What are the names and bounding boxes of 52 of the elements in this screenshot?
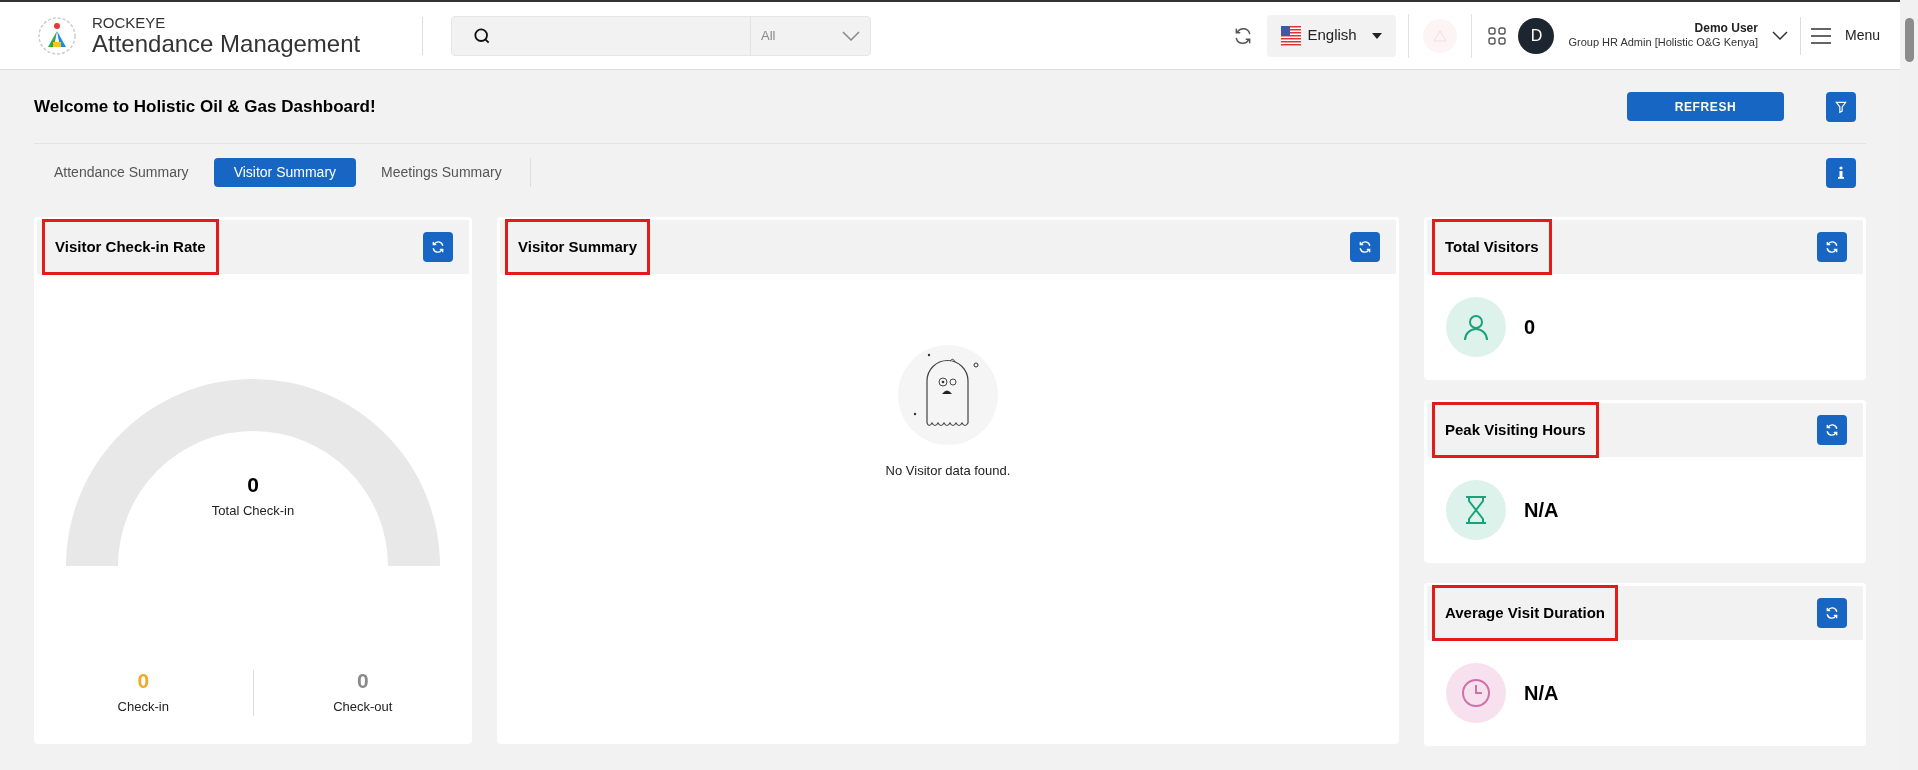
menu-button[interactable]: Menu — [1810, 25, 1880, 46]
filter-button[interactable] — [1826, 91, 1856, 122]
refresh-button[interactable] — [1817, 232, 1847, 262]
app-title: Attendance Management — [92, 32, 362, 56]
tab[interactable]: Visitor Summary — [213, 158, 357, 187]
refresh-icon — [1825, 606, 1839, 620]
refresh-button[interactable] — [1817, 598, 1847, 628]
welcome-heading: Welcome to Holistic Oil & Gas Dashboard! — [34, 95, 376, 118]
user-role: Group HR Admin [Holistic O&G Kenya] — [1568, 36, 1758, 50]
user-avatar[interactable]: D — [1518, 17, 1555, 54]
card-title: Average Visit Duration — [1432, 584, 1619, 642]
card-title: Peak Visiting Hours — [1432, 401, 1599, 459]
stat-value: 0 — [137, 669, 150, 691]
clock-icon — [1446, 663, 1506, 723]
caret-icon — [1372, 32, 1383, 39]
empty-message: No Visitor data found. — [885, 462, 1011, 480]
stat-value: N/A — [1524, 681, 1559, 706]
stat-value: 0 — [1524, 315, 1536, 340]
refresh-icon — [1358, 240, 1372, 254]
gauge-value: 0 — [247, 474, 259, 495]
card-title: Total Visitors — [1432, 218, 1552, 276]
refresh-button[interactable]: REFRESH — [1627, 92, 1784, 121]
stat-value: N/A — [1524, 498, 1559, 523]
flag-icon — [1281, 25, 1302, 46]
user-name: Demo User — [1694, 21, 1758, 37]
refresh-icon — [1825, 423, 1839, 437]
chevron-icon[interactable] — [1771, 31, 1788, 40]
card-title: Visitor Summary — [505, 218, 650, 276]
filter-icon — [1834, 99, 1848, 114]
chevron-icon — [842, 30, 860, 41]
refresh-icon — [1825, 240, 1839, 254]
refresh-button[interactable] — [1817, 415, 1847, 445]
info-icon — [1835, 165, 1847, 180]
tab[interactable]: Attendance Summary — [34, 158, 209, 187]
card-title: Visitor Check-in Rate — [42, 218, 219, 276]
logo-icon — [36, 14, 78, 57]
tab[interactable]: Meetings Summary — [361, 158, 522, 187]
person-icon — [1446, 297, 1506, 357]
hourglass-icon — [1446, 480, 1506, 540]
info-button[interactable] — [1826, 157, 1856, 188]
stat-label: Check-in — [117, 697, 169, 716]
refresh-button[interactable] — [1350, 232, 1380, 262]
stat-label: Check-out — [333, 697, 393, 716]
brand-name: ROCKEYE — [92, 15, 167, 30]
refresh-button[interactable] — [423, 232, 454, 262]
gauge-label: Total Check-in — [211, 502, 295, 520]
refresh-icon — [431, 240, 446, 254]
search-icon — [472, 25, 492, 46]
apps-icon[interactable] — [1488, 26, 1507, 45]
stat-value: 0 — [356, 669, 369, 691]
menu-icon — [1810, 27, 1831, 44]
language-dropdown[interactable]: English — [1267, 14, 1397, 57]
